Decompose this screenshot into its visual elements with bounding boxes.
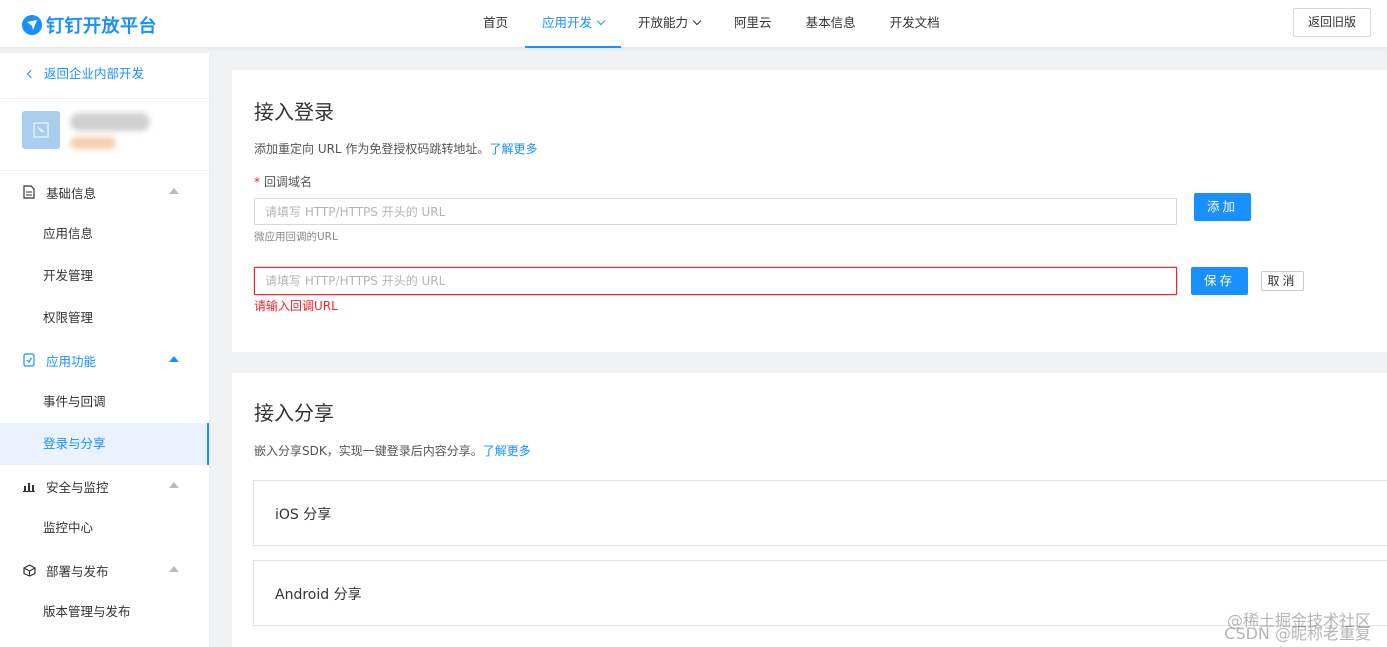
logo-text: 钉钉开放平台 — [46, 16, 157, 37]
sidebar-item-version-release[interactable]: 版本管理与发布 — [0, 591, 209, 633]
add-button[interactable]: 添加 — [1194, 193, 1251, 221]
main-nav: 首页 应用开发 开放能力 阿里云 基本信息 开发文档 — [466, 0, 957, 48]
share-desc-text: 嵌入分享SDK，实现一键登录后内容分享。 — [254, 444, 483, 458]
nav-app-dev[interactable]: 应用开发 — [525, 0, 622, 48]
login-learn-more-link[interactable]: 了解更多 — [489, 142, 537, 156]
app-name-redacted — [70, 113, 150, 131]
ios-share-panel[interactable]: iOS 分享 — [253, 480, 1387, 546]
dingtalk-logo-icon — [22, 15, 42, 35]
callback-domain-label: * 回调域名 — [254, 173, 312, 190]
app-feature-icon — [22, 353, 36, 367]
sidebar-group-security-monitoring[interactable]: 安全与监控 — [0, 465, 209, 507]
app-tag-redacted — [70, 137, 116, 149]
bar-chart-icon — [22, 479, 36, 493]
sidebar-group-label: 应用功能 — [46, 353, 97, 369]
back-link-label: 返回企业内部开发 — [44, 66, 145, 81]
nav-aliyun[interactable]: 阿里云 — [717, 0, 789, 48]
sidebar-item-events-callbacks[interactable]: 事件与回调 — [0, 381, 209, 423]
login-integration-card: 接入登录 添加重定向 URL 作为免登授权码跳转地址。了解更多 * 回调域名 微应… — [232, 70, 1387, 352]
app-card — [0, 99, 209, 171]
ios-share-label: iOS 分享 — [275, 507, 332, 523]
sidebar-group-app-features[interactable]: 应用功能 — [0, 339, 209, 381]
back-to-internal-dev-link[interactable]: 返回企业内部开发 — [0, 53, 209, 99]
login-desc-text: 添加重定向 URL 作为免登授权码跳转地址。 — [254, 142, 490, 156]
nav-app-dev-label: 应用开发 — [542, 15, 593, 30]
chevron-down-icon — [596, 16, 606, 26]
android-share-label: Android 分享 — [275, 587, 362, 603]
share-section-desc: 嵌入分享SDK，实现一键登录后内容分享。了解更多 — [254, 442, 531, 459]
share-section-title: 接入分享 — [254, 401, 334, 425]
callback-url-error: 请输入回调URL — [254, 299, 338, 313]
cancel-button[interactable]: 取消 — [1261, 271, 1304, 291]
logo[interactable]: 钉钉开放平台 — [22, 12, 157, 38]
callback-url-hint: 微应用回调的URL — [254, 231, 338, 243]
sidebar-item-login-share[interactable]: 登录与分享 — [0, 423, 209, 465]
new-callback-url-input[interactable] — [254, 267, 1177, 295]
callback-url-input[interactable] — [254, 198, 1177, 225]
nav-basic-info[interactable]: 基本信息 — [789, 0, 873, 48]
cube-icon — [22, 563, 36, 577]
login-section-title: 接入登录 — [254, 100, 334, 124]
document-icon — [22, 185, 36, 199]
sidebar-group-label: 部署与发布 — [46, 563, 109, 579]
callback-domain-label-text: 回调域名 — [264, 175, 313, 189]
save-button[interactable]: 保存 — [1191, 267, 1248, 295]
sidebar-group-deploy-release[interactable]: 部署与发布 — [0, 549, 209, 591]
share-integration-card: 接入分享 嵌入分享SDK，实现一键登录后内容分享。了解更多 iOS 分享 And… — [232, 373, 1387, 647]
collapse-triangle-icon — [169, 566, 179, 572]
app-avatar — [22, 111, 60, 149]
watermark-line2: CSDN @昵称老重复 — [1224, 624, 1371, 643]
top-navbar: 钉钉开放平台 首页 应用开发 开放能力 阿里云 基本信息 开发文档 返回旧版 — [0, 0, 1387, 48]
android-share-panel[interactable]: Android 分享 — [253, 560, 1387, 626]
sidebar-group-basic-info[interactable]: 基础信息 — [0, 171, 209, 213]
sidebar-group-label: 安全与监控 — [46, 479, 109, 495]
share-learn-more-link[interactable]: 了解更多 — [483, 444, 531, 458]
nav-open-capabilities[interactable]: 开放能力 — [621, 0, 717, 48]
sidebar-item-monitoring-center[interactable]: 监控中心 — [0, 507, 209, 549]
collapse-triangle-icon — [169, 188, 179, 194]
nav-home[interactable]: 首页 — [466, 0, 525, 48]
login-section-desc: 添加重定向 URL 作为免登授权码跳转地址。了解更多 — [254, 140, 537, 157]
sidebar-item-dev-management[interactable]: 开发管理 — [0, 255, 209, 297]
sidebar-group-label: 基础信息 — [46, 185, 97, 201]
collapse-triangle-icon — [169, 482, 179, 488]
sidebar: 返回企业内部开发 基础信息 应用信息 开发管理 权限管理 应用功能 事件与回调 … — [0, 53, 210, 647]
collapse-triangle-icon — [169, 356, 179, 362]
required-asterisk: * — [254, 175, 260, 189]
back-to-old-version-button[interactable]: 返回旧版 — [1293, 8, 1371, 37]
chevron-left-icon — [26, 69, 36, 79]
sidebar-item-app-info[interactable]: 应用信息 — [0, 213, 209, 255]
sidebar-item-permissions[interactable]: 权限管理 — [0, 297, 209, 339]
nav-open-capabilities-label: 开放能力 — [638, 15, 689, 30]
nav-dev-docs[interactable]: 开发文档 — [873, 0, 957, 48]
chevron-down-icon — [692, 16, 702, 26]
